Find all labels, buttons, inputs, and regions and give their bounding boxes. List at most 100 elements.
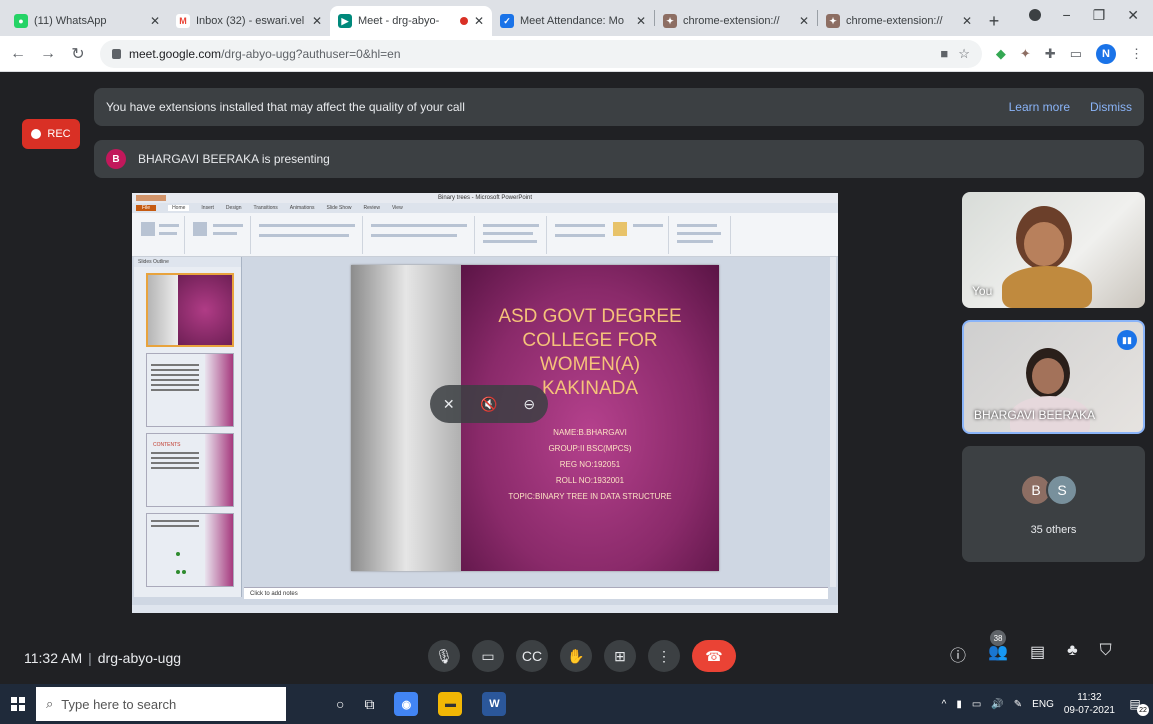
start-button[interactable] [0,684,36,724]
search-placeholder: Type here to search [61,696,177,712]
close-icon[interactable]: ✕ [799,14,809,28]
tab-extension-1[interactable]: ✦ chrome-extension:// ✕ [655,6,817,36]
system-tray: ^ ▮ ▭ 🔊 ✎ ENG 11:32 09-07-2021 ▤ 22 [942,684,1149,724]
volume-icon[interactable]: 🔊 [991,699,1003,710]
close-window-button[interactable]: ✕ [1127,7,1139,24]
slide-thumbnail [146,353,234,427]
tab-gmail[interactable]: M Inbox (32) - eswari.vel ✕ [168,6,330,36]
word-icon[interactable]: W [482,692,507,716]
network-icon[interactable]: ▭ [972,699,981,710]
ppt-tab-view: View [391,205,403,211]
microphone-button[interactable]: 🎙 [428,640,460,672]
file-explorer-icon[interactable]: ▬ [438,692,463,716]
taskbar-date: 09-07-2021 [1063,705,1115,716]
ribbon-group-slides [187,216,251,254]
leave-call-button[interactable]: ☎ [692,640,736,672]
forward-button[interactable]: → [40,45,56,63]
extension-icon[interactable]: ◆ [996,46,1006,62]
learn-more-link[interactable]: Learn more [1009,100,1070,114]
remove-from-view-icon[interactable]: ⊖ [523,396,535,413]
notification-icon[interactable]: ▤ 22 [1125,694,1149,716]
mute-presentation-icon[interactable]: 🔇 [480,396,497,413]
participant-tile-you[interactable]: You [962,192,1145,308]
close-icon[interactable]: ✕ [636,14,646,28]
slide-name-line: NAME:B.BHARGAVI [553,428,627,437]
present-now-button[interactable]: ⊞ [604,640,636,672]
minimize-button[interactable]: − [1063,7,1071,23]
tab-meet-attendance[interactable]: ✓ Meet Attendance: Mo ✕ [492,6,654,36]
close-icon[interactable]: ✕ [474,14,484,28]
camera-icon[interactable]: ■ [940,46,948,61]
participant-clothing [1002,266,1092,308]
more-options-button[interactable]: ⋮ [648,640,680,672]
presenting-text: BHARGAVI BEERAKA is presenting [138,152,330,166]
tray-chevron-icon[interactable]: ^ [942,699,947,710]
tab-title: Meet Attendance: Mo [520,15,624,27]
camera-button[interactable]: ▭ [472,640,504,672]
close-icon[interactable]: ✕ [962,14,972,28]
taskbar-search[interactable]: ⌕ Type here to search [36,687,286,721]
ppt-title-bar: Binary trees - Microsoft PowerPoint [132,193,838,203]
slide-title-line: WOMEN(A) [539,354,641,375]
reload-button[interactable]: ↻ [70,44,86,64]
new-tab-button[interactable]: + [980,6,1008,36]
task-view-icon[interactable]: ⧉ [364,696,374,713]
meeting-details-icon[interactable]: ⓘ [950,642,966,666]
menu-icon[interactable]: ⋮ [1130,46,1143,62]
call-controls: 🎙 ▭ CC ✋ ⊞ ⋮ ☎ [428,640,736,672]
captions-button[interactable]: CC [516,640,548,672]
address-bar[interactable]: meet.google.com/drg-abyo-ugg?authuser=0&… [100,39,982,68]
meet-stage: You have extensions installed that may a… [0,72,1153,684]
participant-face [1032,358,1064,394]
activities-icon[interactable]: ♣ [1067,642,1078,666]
participant-tile-bhargavi[interactable]: ▮▮ BHARGAVI BEERAKA [962,320,1145,434]
profile-avatar[interactable]: N [1096,43,1116,64]
taskbar-clock[interactable]: 11:32 09-07-2021 [1064,691,1115,717]
ppt-scrollbar [830,257,836,587]
ppt-window-title: Binary trees - Microsoft PowerPoint [437,195,533,201]
chrome-icon[interactable]: ◉ [394,692,419,716]
others-tile[interactable]: B S 35 others [962,446,1145,562]
tab-extension-2[interactable]: ✦ chrome-extension:// ✕ [818,6,980,36]
attendance-icon: ✓ [500,14,514,28]
ppt-tab-review: Review [363,205,380,211]
dismiss-button[interactable]: Dismiss [1090,100,1132,114]
ppt-ribbon-tabs: File Home Insert Design Transitions Anim… [132,203,838,213]
participant-face [1024,222,1064,266]
puzzle-icon[interactable]: ✚ [1045,46,1056,62]
meeting-info: 11:32 AM | drg-abyo-ugg [24,650,182,666]
side-controls: ⓘ 👥 38 ▤ ♣ ⛉ [950,630,1112,666]
people-button[interactable]: 👥 38 [988,630,1008,666]
avatar: S [1046,474,1078,506]
ribbon-group-drawing [549,216,669,254]
close-icon[interactable]: ✕ [312,14,322,28]
back-button[interactable]: ← [10,45,26,63]
meeting-code: drg-abyo-ugg [97,650,182,666]
cast-icon[interactable]: ▭ [1070,46,1082,62]
search-icon: ⌕ [46,696,54,711]
thumb-pane-tabs: Slides Outline [134,257,241,267]
tab-whatsapp[interactable]: ● (11) WhatsApp ✕ [6,6,168,36]
bookmark-star-icon[interactable]: ☆ [958,46,970,62]
restore-button[interactable]: ❐ [1093,7,1106,24]
tab-title: chrome-extension:// [846,15,943,27]
browser-toolbar: ← → ↻ meet.google.com/drg-abyo-ugg?authu… [0,36,1153,72]
slide-thumbnail-pane: Slides Outline 1 CONTENTS [134,257,242,597]
close-icon[interactable]: ✕ [150,14,160,28]
language-indicator[interactable]: ENG [1032,699,1054,710]
extension-icon[interactable]: ✦ [1020,46,1031,62]
pin-off-icon[interactable]: ✕ [443,396,455,413]
pen-icon[interactable]: ✎ [1014,699,1022,710]
tab-meet[interactable]: ▶ Meet - drg-abyo- ✕ [330,6,492,36]
whatsapp-icon: ● [14,14,28,28]
host-controls-icon[interactable]: ⛉ [1100,642,1112,666]
tray-app-icon[interactable]: ▮ [956,699,962,710]
meet-control-bar: 11:32 AM | drg-abyo-ugg 🎙 ▭ CC ✋ ⊞ ⋮ ☎ ⓘ 👥… [0,630,1153,684]
windows-taskbar: ⌕ Type here to search ○ ⧉ ◉ ▬ W ^ ▮ ▭ 🔊 … [0,684,1153,724]
people-count-badge: 38 [990,630,1007,646]
quick-access-toolbar [136,195,166,201]
raise-hand-button[interactable]: ✋ [560,640,592,672]
ribbon-group-text [477,216,547,254]
chat-icon[interactable]: ▤ [1030,642,1045,666]
cortana-icon[interactable]: ○ [336,696,344,712]
